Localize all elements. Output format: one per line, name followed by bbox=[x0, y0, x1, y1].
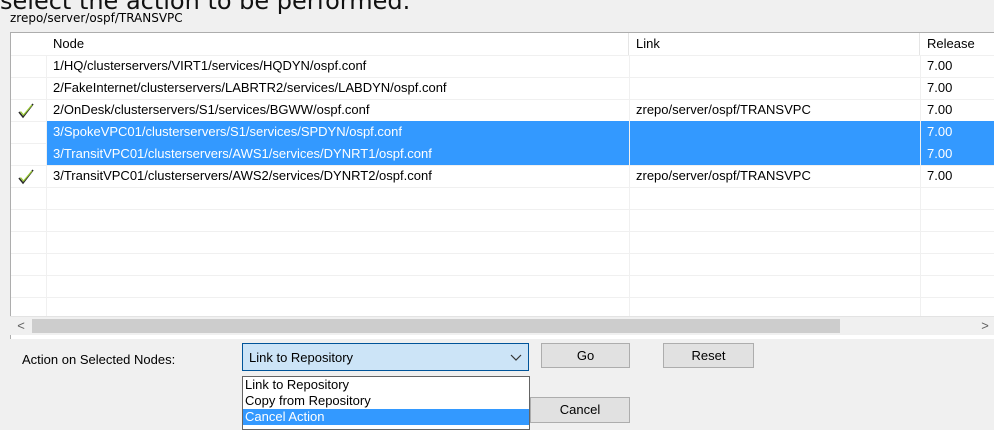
row-node-cell: 3/SpokeVPC01/clusterservers/S1/services/… bbox=[47, 121, 629, 143]
column-header-release[interactable]: Release bbox=[921, 33, 994, 55]
table-row[interactable]: 2/FakeInternet/clusterservers/LABRTR2/se… bbox=[11, 77, 994, 99]
row-link-cell bbox=[630, 143, 920, 165]
row-link-cell bbox=[630, 77, 920, 99]
action-dropdown-list[interactable]: Link to Repository Copy from Repository … bbox=[242, 376, 530, 430]
row-link-cell: zrepo/server/ospf/TRANSVPC bbox=[636, 168, 811, 183]
row-gridline bbox=[11, 297, 994, 298]
action-select[interactable]: Link to Repository bbox=[242, 343, 529, 371]
column-divider bbox=[46, 55, 47, 319]
dropdown-option-link[interactable]: Link to Repository bbox=[243, 377, 529, 393]
action-label: Action on Selected Nodes: bbox=[22, 352, 176, 367]
table-row[interactable]: 3/SpokeVPC01/clusterservers/S1/services/… bbox=[11, 121, 994, 143]
column-header-node[interactable]: Node bbox=[47, 33, 629, 55]
table-row[interactable]: 3/TransitVPC01/clusterservers/AWS2/servi… bbox=[11, 165, 994, 187]
row-node-cell: 3/TransitVPC01/clusterservers/AWS2/servi… bbox=[53, 168, 432, 183]
row-node-cell: 2/OnDesk/clusterservers/S1/services/BGWW… bbox=[53, 102, 370, 117]
row-release-cell: 7.00 bbox=[927, 80, 953, 95]
row-check-cell bbox=[11, 55, 46, 77]
scroll-left-arrow[interactable]: < bbox=[12, 317, 30, 335]
row-gridline bbox=[11, 209, 994, 210]
row-check-cell bbox=[11, 121, 46, 143]
row-gridline bbox=[11, 231, 994, 232]
chevron-down-icon[interactable] bbox=[510, 348, 522, 369]
row-link-cell bbox=[630, 121, 920, 143]
action-select-value: Link to Repository bbox=[249, 350, 354, 365]
list-header: Node Link Release bbox=[11, 33, 994, 55]
repository-path-label: zrepo/server/ospf/TRANSVPC bbox=[10, 11, 187, 25]
row-gridline bbox=[11, 275, 994, 276]
row-check-cell bbox=[11, 77, 46, 99]
scroll-right-arrow[interactable]: > bbox=[976, 317, 994, 335]
row-check-cell bbox=[11, 143, 46, 165]
row-node-cell: 1/HQ/clusterservers/VIRT1/services/HQDYN… bbox=[53, 58, 367, 73]
row-link-cell bbox=[630, 55, 920, 77]
reset-button[interactable]: Reset bbox=[663, 343, 754, 368]
table-row[interactable]: 1/HQ/clusterservers/VIRT1/services/HQDYN… bbox=[11, 55, 994, 77]
row-node-cell: 2/FakeInternet/clusterservers/LABRTR2/se… bbox=[53, 80, 447, 95]
row-release-cell: 7.00 bbox=[921, 143, 994, 165]
row-node-cell: 3/TransitVPC01/clusterservers/AWS1/servi… bbox=[47, 143, 629, 165]
horizontal-scrollbar[interactable]: < > bbox=[10, 316, 994, 335]
row-link-cell: zrepo/server/ospf/TRANSVPC bbox=[636, 102, 811, 117]
table-row[interactable]: 3/TransitVPC01/clusterservers/AWS1/servi… bbox=[11, 143, 994, 165]
row-release-cell: 7.00 bbox=[927, 102, 953, 117]
row-check-cell bbox=[11, 99, 46, 121]
column-divider bbox=[629, 55, 630, 319]
go-button[interactable]: Go bbox=[541, 343, 630, 368]
table-row[interactable]: 2/OnDesk/clusterservers/S1/services/BGWW… bbox=[11, 99, 994, 121]
row-gridline bbox=[11, 253, 994, 254]
row-release-cell: 7.00 bbox=[921, 121, 994, 143]
node-list[interactable]: Node Link Release 1/HQ/clusterservers/VI… bbox=[10, 32, 994, 339]
column-header-link[interactable]: Link bbox=[630, 33, 920, 55]
dropdown-option-cancel[interactable]: Cancel Action bbox=[243, 409, 529, 425]
row-release-cell: 7.00 bbox=[927, 58, 953, 73]
dropdown-option-copy[interactable]: Copy from Repository bbox=[243, 393, 529, 409]
cancel-button[interactable]: Cancel bbox=[530, 397, 630, 423]
scroll-thumb[interactable] bbox=[32, 319, 840, 333]
header-check-column bbox=[11, 33, 46, 55]
column-divider bbox=[920, 55, 921, 319]
row-check-cell bbox=[11, 165, 46, 187]
row-gridline bbox=[11, 187, 994, 188]
row-release-cell: 7.00 bbox=[927, 168, 953, 183]
